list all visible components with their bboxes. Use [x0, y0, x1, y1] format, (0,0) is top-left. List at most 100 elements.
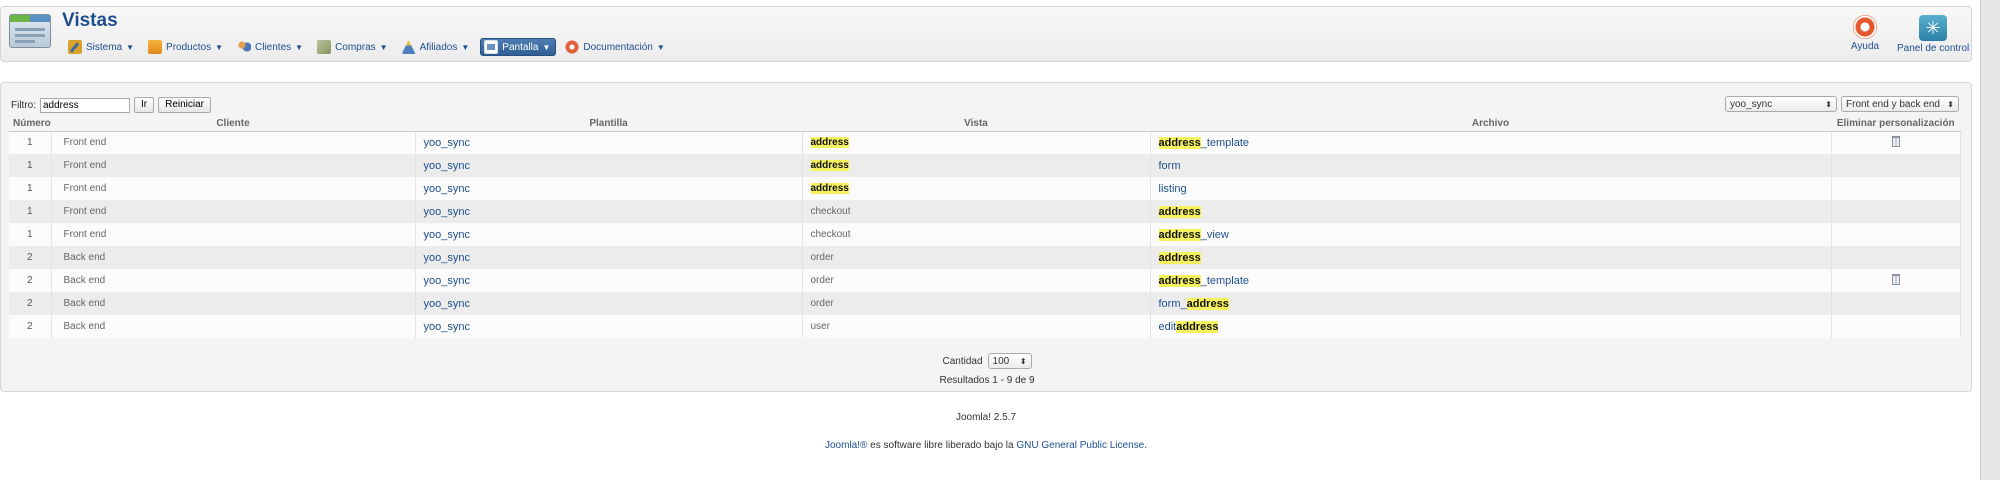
cell-number: 2	[9, 315, 52, 338]
cell-template-link[interactable]: yoo_sync	[415, 223, 803, 246]
trash-icon[interactable]	[1891, 273, 1900, 285]
cell-template-link[interactable]: yoo_sync	[415, 246, 803, 269]
views-table: Número Cliente Plantilla Vista Archivo E…	[9, 117, 1961, 338]
cell-client: Back end	[51, 292, 416, 315]
select-arrows-icon: ⬍	[1019, 356, 1027, 366]
header-file[interactable]: Archivo	[1150, 117, 1831, 132]
view-highlight: address	[810, 160, 849, 171]
cell-client: Front end	[51, 131, 416, 154]
go-button[interactable]: Ir	[134, 97, 155, 113]
screen-icon	[484, 40, 499, 54]
menu-label: Clientes	[255, 41, 292, 53]
main-menu: Sistema ▼ Productos ▼ Clientes ▼ Compras…	[65, 37, 670, 57]
table-row: 1 Front end yoo_sync checkout address	[9, 200, 1961, 223]
file-highlight: address	[1158, 136, 1201, 149]
table-row: 2 Back end yoo_sync order address	[9, 246, 1961, 269]
cart-icon	[317, 40, 332, 54]
cell-template-link[interactable]: yoo_sync	[415, 131, 803, 154]
filter-selects: yoo_sync ⬍ Front end y back end ⬍	[1725, 96, 1959, 112]
cell-view: order	[802, 292, 1151, 315]
people-icon	[237, 40, 251, 54]
cell-file-link[interactable]: address	[1150, 246, 1832, 269]
pagination: Cantidad 100 ⬍ Resultados 1 - 9 de 9	[1, 353, 1973, 386]
page-footer: Joomla! 2.5.7 Joomla!® es software libre…	[0, 412, 1972, 451]
file-highlight: address	[1158, 251, 1201, 264]
cell-file-link[interactable]: address	[1150, 200, 1832, 223]
cell-file-link[interactable]: address_template	[1150, 131, 1832, 154]
affiliate-icon	[401, 40, 416, 54]
cell-file-link[interactable]: address_template	[1150, 269, 1832, 292]
caret-down-icon: ▼	[215, 42, 223, 52]
template-select-value: yoo_sync	[1730, 98, 1773, 110]
cell-delete	[1831, 177, 1961, 200]
views-app-icon	[9, 12, 53, 52]
help-button[interactable]: Ayuda	[1833, 15, 1897, 61]
header-template[interactable]: Plantilla	[415, 117, 802, 132]
header-delete: Eliminar personalización	[1831, 117, 1961, 132]
lifebuoy-icon	[1853, 15, 1877, 39]
control-panel-icon: ✳	[1919, 15, 1947, 41]
filter-label: Filtro:	[11, 99, 36, 111]
header-client[interactable]: Cliente	[51, 117, 415, 132]
window-edge-strip	[1980, 0, 2000, 480]
file-highlight: address	[1158, 228, 1201, 241]
template-select[interactable]: yoo_sync ⬍	[1725, 96, 1837, 112]
cell-template-link[interactable]: yoo_sync	[415, 269, 803, 292]
cell-number: 1	[9, 154, 52, 177]
file-highlight: address	[1158, 274, 1201, 287]
menu-documentacion[interactable]: Documentación ▼	[562, 38, 669, 56]
help-icon	[565, 40, 580, 54]
cell-delete	[1831, 246, 1961, 269]
page-title: Vistas	[62, 10, 118, 31]
cell-file-link[interactable]: form	[1150, 154, 1832, 177]
reset-button[interactable]: Reiniciar	[158, 97, 212, 113]
filter-input[interactable]	[40, 97, 130, 113]
trash-icon[interactable]	[1891, 135, 1900, 147]
cell-template-link[interactable]: yoo_sync	[415, 154, 803, 177]
cell-client: Back end	[51, 269, 416, 292]
joomla-link[interactable]: Joomla!®	[825, 440, 867, 451]
menu-sistema[interactable]: Sistema ▼	[65, 38, 139, 56]
cell-template-link[interactable]: yoo_sync	[415, 292, 803, 315]
limit-value: 100	[992, 355, 1010, 367]
cell-number: 1	[9, 223, 52, 246]
menu-clientes[interactable]: Clientes ▼	[234, 38, 308, 56]
version-text: Joomla! 2.5.7	[955, 412, 1017, 423]
menu-pantalla[interactable]: Pantalla ▼	[480, 38, 557, 56]
header-view[interactable]: Vista	[802, 117, 1150, 132]
cell-file-link[interactable]: editaddress	[1150, 315, 1832, 338]
header-number[interactable]: Número	[9, 117, 51, 132]
wrench-icon	[68, 40, 82, 54]
limit-select[interactable]: 100 ⬍	[987, 353, 1032, 369]
results-count: Resultados 1 - 9 de 9	[939, 375, 1035, 386]
client-select[interactable]: Front end y back end ⬍	[1841, 96, 1959, 112]
table-row: 1 Front end yoo_sync checkout address_vi…	[9, 223, 1961, 246]
table-header-row: Número Cliente Plantilla Vista Archivo E…	[9, 117, 1961, 132]
gpl-link[interactable]: GNU General Public License.	[1016, 440, 1147, 451]
cell-file-link[interactable]: form_address	[1150, 292, 1832, 315]
cell-file-link[interactable]: address_view	[1150, 223, 1832, 246]
cell-view: order	[802, 246, 1151, 269]
menu-afiliados[interactable]: Afiliados ▼	[399, 38, 475, 56]
caret-down-icon: ▼	[461, 42, 470, 52]
caret-down-icon: ▼	[126, 42, 135, 52]
cell-delete	[1831, 200, 1961, 223]
file-highlight: address	[1158, 205, 1201, 218]
cell-template-link[interactable]: yoo_sync	[415, 177, 803, 200]
cell-template-link[interactable]: yoo_sync	[415, 315, 803, 338]
cell-client: Front end	[51, 200, 416, 223]
cell-client: Front end	[51, 154, 416, 177]
cell-view: address	[802, 131, 1151, 154]
cell-client: Back end	[51, 315, 416, 338]
menu-compras[interactable]: Compras ▼	[314, 38, 393, 56]
cell-delete	[1831, 131, 1961, 154]
table-row: 1 Front end yoo_sync address form	[9, 154, 1961, 177]
menu-productos[interactable]: Productos ▼	[145, 38, 228, 56]
caret-down-icon: ▼	[295, 42, 304, 52]
file-highlight: address	[1186, 297, 1229, 310]
cell-template-link[interactable]: yoo_sync	[415, 200, 803, 223]
caret-down-icon: ▼	[656, 42, 665, 52]
cell-file-link[interactable]: listing	[1150, 177, 1832, 200]
cell-number: 1	[9, 200, 52, 223]
control-panel-button[interactable]: ✳ Panel de control	[1897, 15, 1969, 61]
